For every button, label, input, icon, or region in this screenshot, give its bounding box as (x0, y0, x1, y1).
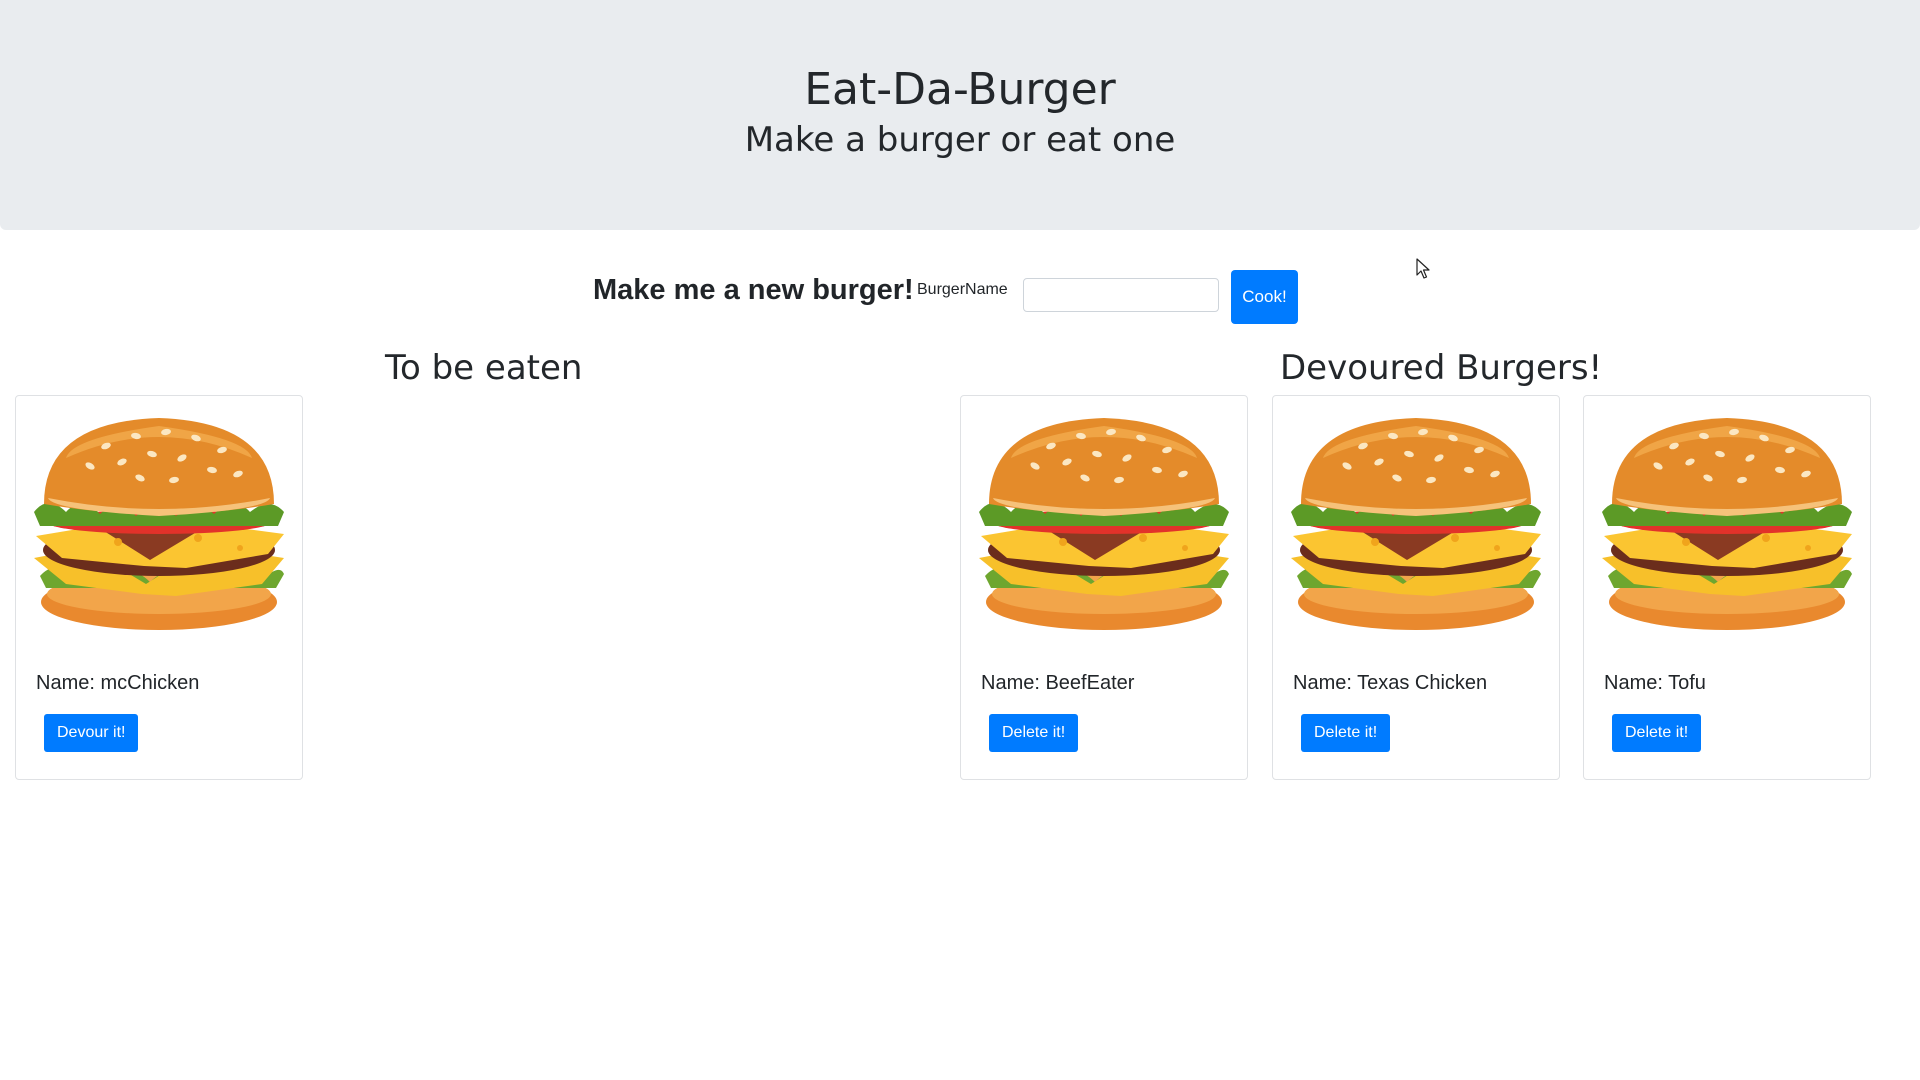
burger-name: Name: Tofu (1604, 672, 1706, 694)
burger-icon (971, 408, 1237, 634)
burger-name-label: BurgerName (917, 281, 1008, 298)
uneaten-section-title: To be eaten (385, 348, 583, 388)
burger-name: Name: mcChicken (36, 672, 200, 694)
burger-name-input[interactable] (1023, 278, 1219, 312)
devour-button[interactable]: Devour it! (44, 714, 139, 752)
delete-button[interactable]: Delete it! (1612, 714, 1702, 752)
devoured-burger-card: Name: BeefEater Delete it! (960, 395, 1248, 780)
burger-icon (1594, 408, 1860, 634)
devoured-section-title: Devoured Burgers! (1280, 348, 1603, 388)
cursor-arrow-icon (1416, 258, 1430, 279)
uneaten-burger-card: Name: mcChicken Devour it! (15, 395, 303, 780)
jumbotron-header: Eat-Da-Burger Make a burger or eat one (0, 0, 1920, 230)
devoured-burger-card: Name: Tofu Delete it! (1583, 395, 1871, 780)
new-burger-form: Make me a new burger! BurgerName Cook! (0, 270, 1920, 326)
burger-name: Name: BeefEater (981, 672, 1135, 694)
page-title: Eat-Da-Burger (804, 64, 1116, 115)
form-heading: Make me a new burger! (593, 274, 914, 306)
burger-name: Name: Texas Chicken (1293, 672, 1488, 694)
delete-button[interactable]: Delete it! (989, 714, 1079, 752)
delete-button[interactable]: Delete it! (1301, 714, 1391, 752)
devoured-burger-card: Name: Texas Chicken Delete it! (1272, 395, 1560, 780)
burger-icon (26, 408, 292, 634)
cook-button[interactable]: Cook! (1231, 270, 1298, 324)
burger-icon (1283, 408, 1549, 634)
page-subtitle: Make a burger or eat one (744, 120, 1176, 160)
